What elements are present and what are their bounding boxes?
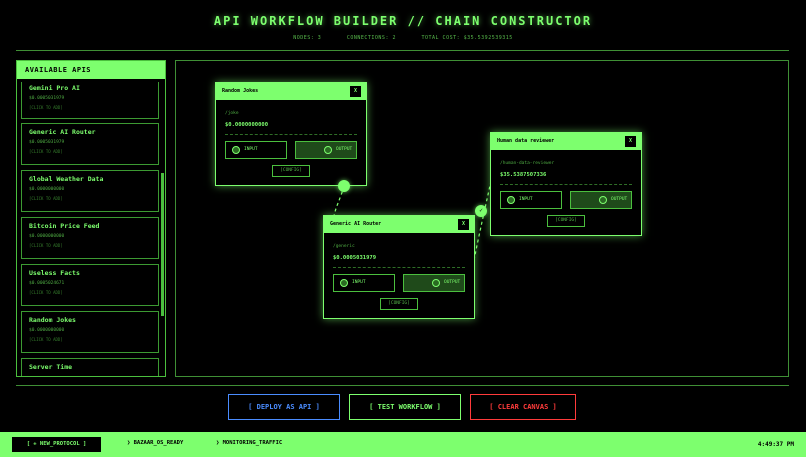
node-generic-ai-router[interactable]: Generic AI Router X /generic $0.00050319… bbox=[323, 215, 475, 319]
node-price: $0.0000000000 bbox=[225, 122, 269, 128]
port-icon bbox=[232, 146, 240, 154]
node-divider bbox=[225, 134, 357, 135]
port-icon bbox=[599, 196, 607, 204]
input-port[interactable]: INPUT bbox=[333, 274, 395, 292]
node-header[interactable]: Random Jokes X bbox=[216, 83, 366, 100]
port-label: INPUT bbox=[519, 197, 533, 202]
output-port[interactable]: OUTPUT bbox=[295, 141, 357, 159]
taskbar-item-bazaar-os[interactable]: ❯ BAZAAR_OS_READY bbox=[127, 440, 183, 446]
input-port[interactable]: INPUT bbox=[500, 191, 562, 209]
port-label: OUTPUT bbox=[444, 280, 461, 285]
node-title: Human data reviewer bbox=[497, 138, 555, 144]
output-port[interactable]: OUTPUT bbox=[403, 274, 465, 292]
port-icon bbox=[340, 279, 348, 287]
node-title: Generic AI Router bbox=[330, 221, 382, 227]
node-header[interactable]: Human data reviewer X bbox=[491, 133, 641, 150]
port-label: OUTPUT bbox=[611, 197, 628, 202]
node-title: Random Jokes bbox=[222, 88, 259, 94]
deploy-as-api-button[interactable]: [ DEPLOY AS API ] bbox=[228, 394, 340, 420]
port-icon bbox=[324, 146, 332, 154]
config-button[interactable]: [CONFIG] bbox=[272, 165, 310, 177]
output-port[interactable]: OUTPUT bbox=[570, 191, 632, 209]
clear-canvas-button[interactable]: [ CLEAR CANVAS ] bbox=[470, 394, 576, 420]
node-path: /generic bbox=[333, 244, 355, 249]
close-icon[interactable]: X bbox=[625, 136, 636, 147]
test-workflow-button[interactable]: [ TEST WORKFLOW ] bbox=[349, 394, 461, 420]
port-icon bbox=[432, 279, 440, 287]
checkmark-icon[interactable]: ✓ bbox=[475, 205, 487, 217]
node-path: /human-data-reviewer bbox=[500, 161, 555, 166]
input-port[interactable]: INPUT bbox=[225, 141, 287, 159]
node-price: $35.5387507336 bbox=[500, 172, 547, 178]
new-protocol-button[interactable]: [ + NEW_PROTOCOL ] bbox=[12, 437, 101, 452]
close-icon[interactable]: X bbox=[350, 86, 361, 97]
close-icon[interactable]: X bbox=[458, 219, 469, 230]
node-random-jokes[interactable]: Random Jokes X /joke $0.0000000000 INPUT… bbox=[215, 82, 367, 186]
node-path: /joke bbox=[225, 111, 239, 116]
node-human-data-reviewer[interactable]: Human data reviewer X /human-data-review… bbox=[490, 132, 642, 236]
taskbar-item-monitoring[interactable]: ❯ MONITORING_TRAFFIC bbox=[216, 440, 282, 446]
connection-endpoint-icon[interactable] bbox=[338, 180, 350, 192]
node-price: $0.0005031979 bbox=[333, 255, 377, 261]
config-button[interactable]: [CONFIG] bbox=[547, 215, 585, 227]
node-divider bbox=[333, 267, 465, 268]
clock: 4:49:37 PM bbox=[757, 441, 794, 448]
taskbar: [ + NEW_PROTOCOL ] ❯ BAZAAR_OS_READY ❯ M… bbox=[0, 432, 806, 457]
node-divider bbox=[500, 184, 632, 185]
port-icon bbox=[507, 196, 515, 204]
port-label: INPUT bbox=[244, 147, 258, 152]
config-button[interactable]: [CONFIG] bbox=[380, 298, 418, 310]
port-label: OUTPUT bbox=[336, 147, 353, 152]
node-header[interactable]: Generic AI Router X bbox=[324, 216, 474, 233]
actions-divider bbox=[16, 385, 789, 386]
port-label: INPUT bbox=[352, 280, 366, 285]
